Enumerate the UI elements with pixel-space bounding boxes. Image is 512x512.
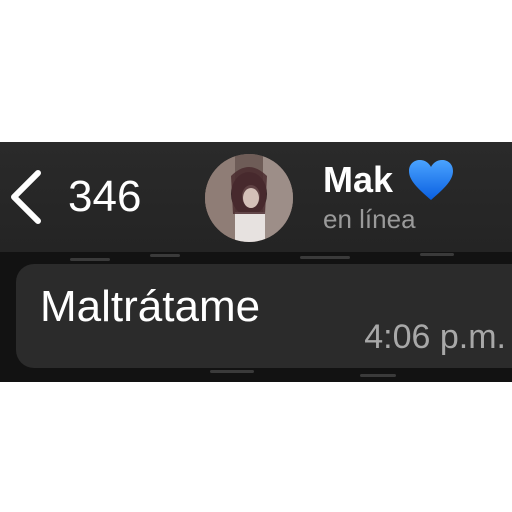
blue-heart-icon bbox=[409, 160, 454, 200]
background-pattern bbox=[70, 258, 110, 261]
avatar[interactable] bbox=[205, 154, 293, 242]
chat-window: 346 Mak en línea Maltrátame 4:06 p.m. bbox=[0, 142, 512, 382]
background-pattern bbox=[300, 256, 350, 259]
background-pattern bbox=[210, 370, 254, 373]
contact-name-row[interactable]: Mak bbox=[323, 158, 455, 202]
contact-name: Mak bbox=[323, 159, 394, 200]
unread-count: 346 bbox=[68, 172, 142, 221]
message-bubble[interactable]: Maltrátame 4:06 p.m. bbox=[16, 264, 512, 368]
background-pattern bbox=[360, 374, 396, 377]
contact-status: en línea bbox=[323, 204, 416, 234]
chevron-left-icon bbox=[11, 170, 41, 224]
avatar-photo bbox=[205, 154, 293, 242]
background-pattern bbox=[150, 254, 180, 257]
screenshot-page: 346 Mak en línea Maltrátame 4:06 p.m. bbox=[0, 0, 512, 512]
message-text: Maltrátame bbox=[40, 282, 261, 331]
back-button[interactable]: 346 bbox=[4, 162, 164, 232]
message-timestamp: 4:06 p.m. bbox=[364, 318, 506, 356]
background-pattern bbox=[420, 253, 454, 256]
chat-header: 346 Mak en línea bbox=[0, 142, 512, 252]
